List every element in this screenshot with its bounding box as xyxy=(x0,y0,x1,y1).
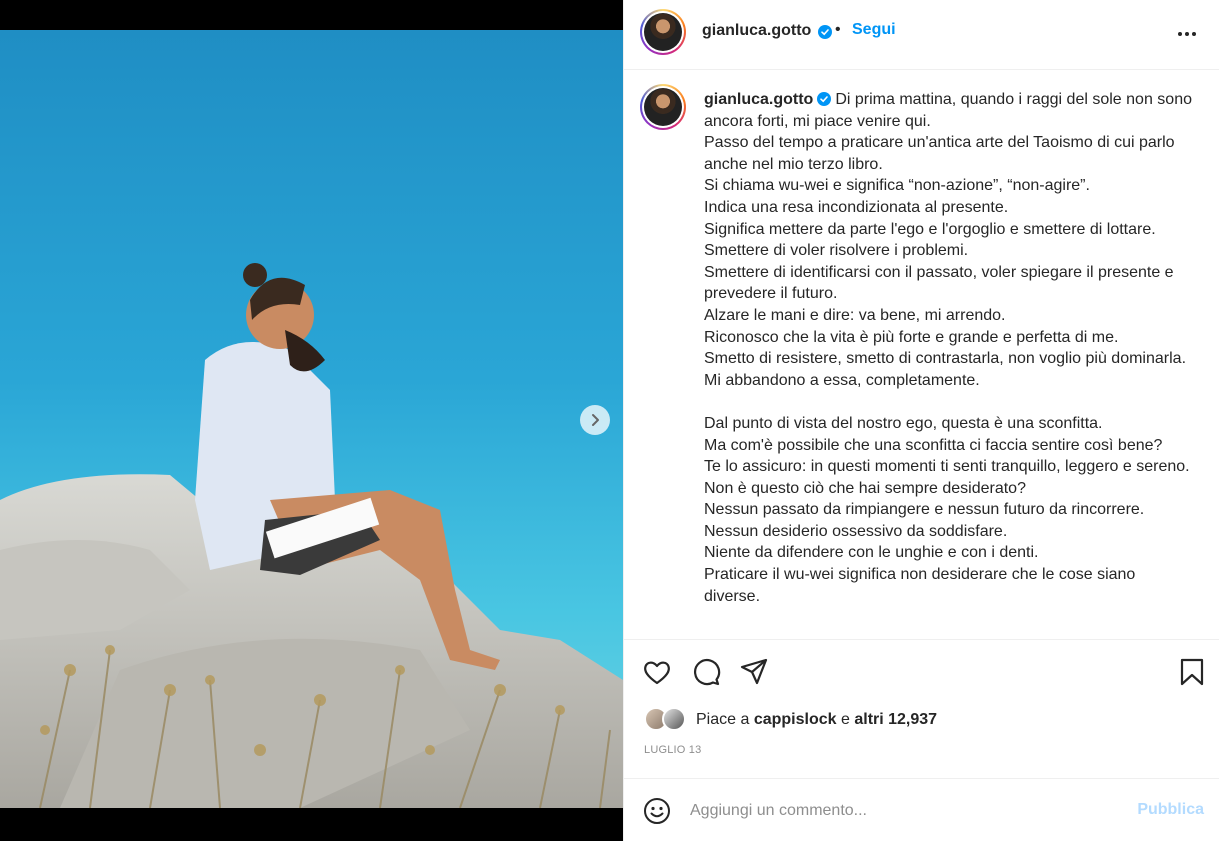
comment-input[interactable] xyxy=(690,799,1090,823)
caption-line: Smettere di identificarsi con il passato… xyxy=(704,263,1174,303)
caption-line: Smetto di resistere, smetto di contrasta… xyxy=(704,350,1187,368)
caption-line: Nessun passato da rimpiangere e nessun f… xyxy=(704,501,1145,519)
emoji-icon[interactable] xyxy=(642,796,672,826)
caption-line: Si chiama wu-wei e significa “non-azione… xyxy=(704,177,1090,195)
avatar xyxy=(662,707,686,731)
comment-icon[interactable] xyxy=(691,657,721,687)
caption-scroll-area[interactable]: gianluca.gotto Di prima mattina, quando i… xyxy=(624,70,1219,640)
share-icon[interactable] xyxy=(739,657,769,687)
liker-username[interactable]: cappislock xyxy=(754,711,837,729)
caption-line: Ma com'è possibile che una sconfitta ci … xyxy=(704,436,1163,454)
photo-illustration xyxy=(0,30,623,808)
next-image-button[interactable] xyxy=(580,405,610,435)
caption-line: Praticare il wu-wei significa non deside… xyxy=(704,566,1136,605)
more-options-icon[interactable] xyxy=(1174,24,1200,44)
caption-line: Indica una resa incondizionata al presen… xyxy=(704,198,1009,216)
post-photo[interactable] xyxy=(0,30,623,808)
avatar[interactable] xyxy=(640,84,686,130)
post-date[interactable]: LUGLIO 13 xyxy=(644,744,701,756)
chevron-right-icon xyxy=(592,414,599,426)
post-actions xyxy=(624,640,1219,700)
likes-prefix: Piace a xyxy=(696,711,750,728)
caption-line: Te lo assicuro: in questi momenti ti sen… xyxy=(704,458,1190,476)
caption-line: Riconosco che la vita è più forte e gran… xyxy=(704,328,1119,346)
likes-others-count[interactable]: altri 12,937 xyxy=(854,711,937,729)
publish-button[interactable]: Pubblica xyxy=(1137,801,1204,819)
verified-badge-icon xyxy=(817,92,832,106)
post-media xyxy=(0,0,623,841)
comment-bar: Pubblica xyxy=(624,778,1219,841)
author-username[interactable]: gianluca.gotto xyxy=(702,22,811,40)
likes-conjunction: e xyxy=(840,711,850,728)
bookmark-icon[interactable] xyxy=(1177,657,1207,687)
likes-summary[interactable]: Piace a cappislock e altri 12,937 xyxy=(644,706,937,734)
avatar[interactable] xyxy=(640,9,686,55)
follow-button[interactable]: Segui xyxy=(852,21,896,39)
caption-line: Dal punto di vista del nostro ego, quest… xyxy=(704,414,1103,432)
verified-badge-icon xyxy=(818,25,832,39)
caption-paragraph-gap xyxy=(704,391,1194,413)
post-caption: gianluca.gotto Di prima mattina, quando i… xyxy=(704,89,1194,607)
caption-line: Smettere di voler risolvere i problemi. xyxy=(704,242,969,260)
separator-dot: • xyxy=(835,21,841,38)
caption-line: Alzare le mani e dire: va bene, mi arren… xyxy=(704,306,1006,324)
post-header: gianluca.gotto • Segui xyxy=(624,0,1219,70)
liker-avatars xyxy=(644,707,690,733)
heart-icon[interactable] xyxy=(642,657,672,687)
caption-line: Niente da difendere con le unghie e con … xyxy=(704,544,1039,562)
caption-line: Nessun desiderio ossessivo da soddisfare… xyxy=(704,522,1008,540)
caption-line: Significa mettere da parte l'ego e l'org… xyxy=(704,220,1156,238)
post-detail-panel: gianluca.gotto • Segui gianluca.gotto Di … xyxy=(623,0,1219,841)
caption-line: Non è questo ciò che hai sempre desidera… xyxy=(704,479,1026,497)
caption-line: Passo del tempo a praticare un'antica ar… xyxy=(704,134,1175,173)
caption-line: Mi abbandono a essa, completamente. xyxy=(704,371,980,389)
caption-author-username[interactable]: gianluca.gotto xyxy=(704,91,813,108)
